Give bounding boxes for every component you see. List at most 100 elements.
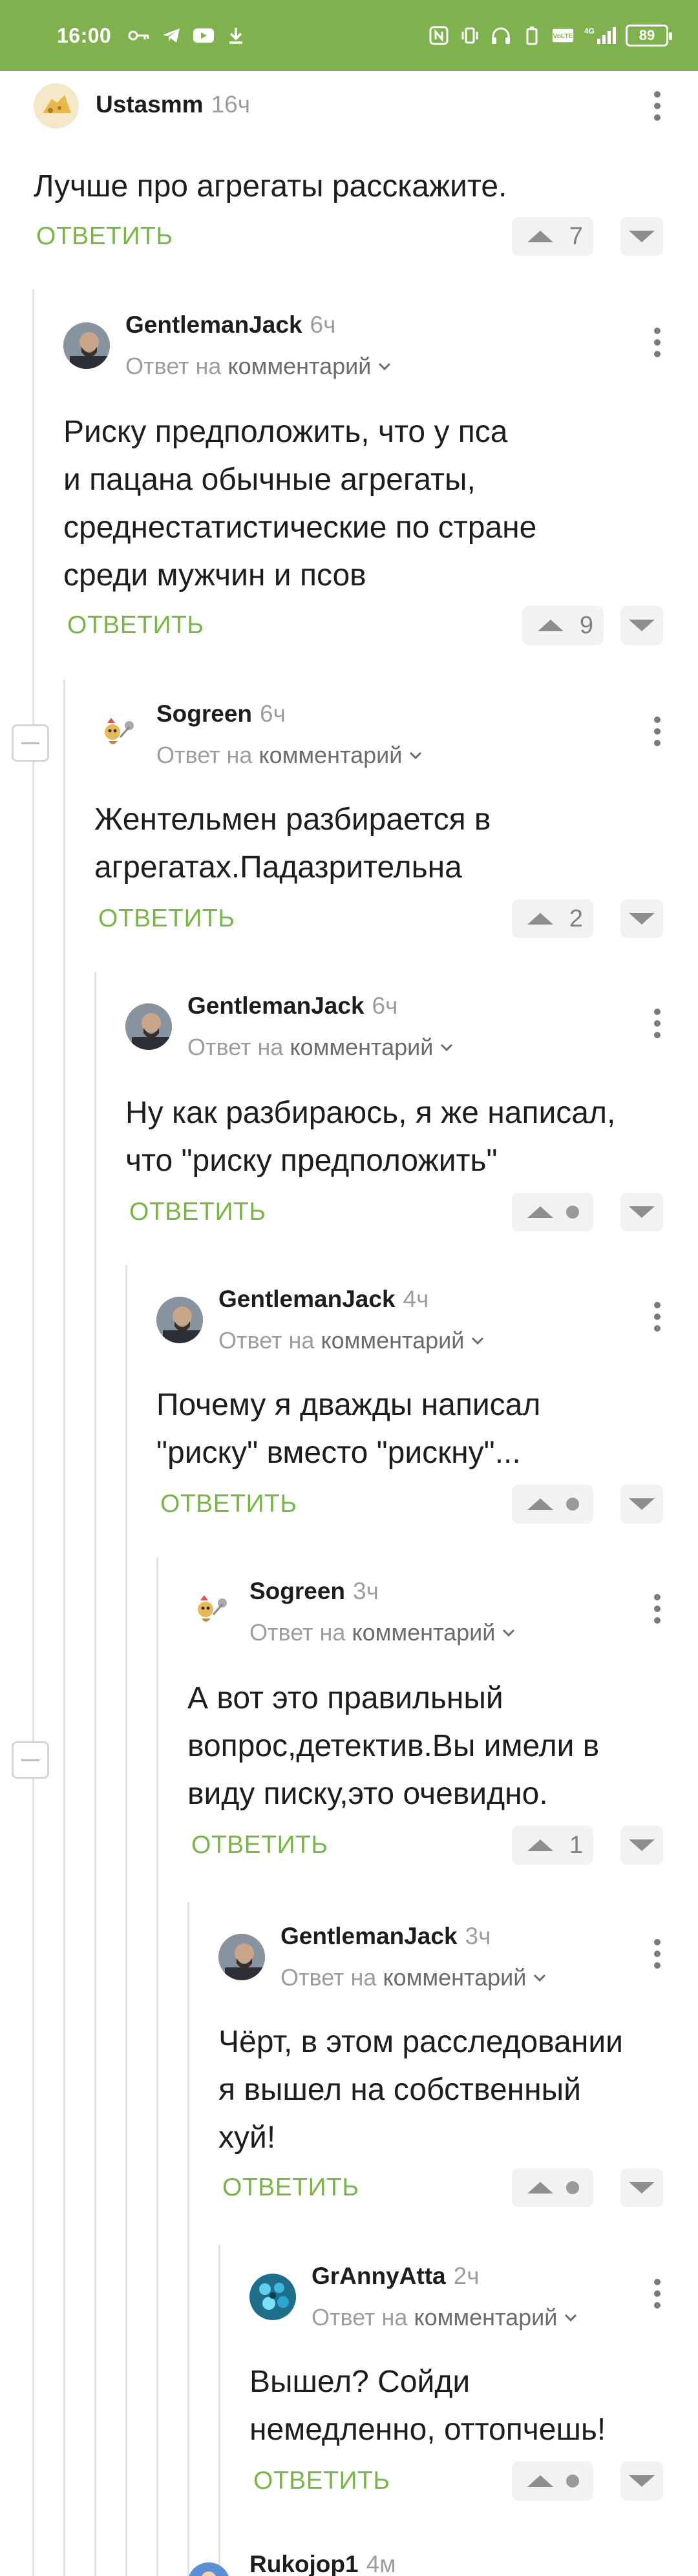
avatar[interactable] xyxy=(156,1297,203,1343)
avatar[interactable] xyxy=(125,1003,172,1050)
reply-to-link[interactable]: Ответ на комментарий xyxy=(125,353,392,380)
headphones-icon xyxy=(490,26,512,45)
reply-to-link[interactable]: Ответ на комментарий xyxy=(280,1964,547,1991)
arrow-down-icon xyxy=(629,2475,655,2487)
upvote-button[interactable]: 7 xyxy=(512,217,593,256)
comment-time: 3ч xyxy=(353,1578,379,1604)
reply-button[interactable]: ОТВЕТИТЬ xyxy=(67,611,204,640)
download-icon xyxy=(225,26,247,45)
upvote-button[interactable]: 9 xyxy=(522,606,604,645)
more-options-icon[interactable] xyxy=(648,1589,667,1628)
reply-button[interactable]: ОТВЕТИТЬ xyxy=(36,222,173,251)
arrow-up-icon xyxy=(527,1839,553,1851)
reply-to-link[interactable]: Ответ на комментарий xyxy=(187,1034,454,1061)
upvote-button[interactable]: 1 xyxy=(512,1826,593,1865)
comment-author[interactable]: GentlemanJack 6ч xyxy=(187,992,397,1020)
minus-icon xyxy=(21,1759,39,1761)
comment-author[interactable]: GrAnnyAtta 2ч xyxy=(312,2263,479,2290)
downvote-button[interactable] xyxy=(620,1826,663,1865)
downvote-button[interactable] xyxy=(620,1485,663,1524)
more-options-icon[interactable] xyxy=(648,1004,667,1043)
collapse-thread-button[interactable] xyxy=(12,1741,49,1779)
chevron-down-icon xyxy=(565,2314,577,2322)
more-options-icon[interactable] xyxy=(648,323,667,362)
comment-author[interactable]: Rukojop1 4м xyxy=(249,2551,396,2576)
collapse-thread-button[interactable] xyxy=(12,724,49,762)
upvote-button[interactable]: 2 xyxy=(512,899,593,938)
comment-text: Жентельмен разбирается в агрегатах.Падаз… xyxy=(94,802,491,885)
avatar[interactable] xyxy=(218,1934,265,1980)
avatar[interactable] xyxy=(249,2274,296,2320)
arrow-down-icon xyxy=(629,913,655,925)
arrow-up-icon xyxy=(527,231,553,242)
avatar[interactable] xyxy=(187,1589,234,1635)
thread-line xyxy=(156,1557,158,2576)
more-options-icon[interactable] xyxy=(648,1934,667,1973)
reply-button[interactable]: ОТВЕТИТЬ xyxy=(98,905,235,933)
status-bar: 16:00 VoLTE 4G 89 xyxy=(0,0,698,71)
signal-icon: 4G xyxy=(583,26,617,45)
reply-button[interactable]: ОТВЕТИТЬ xyxy=(191,1831,328,1859)
thread-line xyxy=(125,1265,127,2576)
upvote-button[interactable] xyxy=(512,1485,593,1524)
comment-text: Риску предположить, что у пса и пацана о… xyxy=(63,415,537,592)
reply-to-link[interactable]: Ответ на комментарий xyxy=(218,1327,485,1354)
downvote-button[interactable] xyxy=(620,217,663,256)
comment-author[interactable]: GentlemanJack 3ч xyxy=(280,1923,491,1950)
reply-button[interactable]: ОТВЕТИТЬ xyxy=(222,2173,359,2202)
downvote-button[interactable] xyxy=(620,899,663,938)
reply-to-link[interactable]: Ответ на комментарий xyxy=(249,1619,516,1646)
comment-time: 6ч xyxy=(310,311,336,338)
comment-author[interactable]: GentlemanJack 4ч xyxy=(218,1286,428,1313)
arrow-down-icon xyxy=(629,620,655,631)
battery-saver-icon xyxy=(521,26,543,45)
upvote-button[interactable] xyxy=(512,1193,593,1231)
comment-author[interactable]: Sogreen 6ч xyxy=(156,700,286,728)
arrow-up-icon xyxy=(527,913,553,925)
arrow-up-icon xyxy=(527,1498,553,1510)
comment-time: 4ч xyxy=(403,1286,429,1312)
reply-to-link[interactable]: Ответ на комментарий xyxy=(156,742,423,769)
more-options-icon[interactable] xyxy=(648,1297,667,1336)
arrow-up-icon xyxy=(527,2182,553,2194)
nfc-icon xyxy=(428,26,450,45)
comment-author[interactable]: Sogreen 3ч xyxy=(249,1578,379,1605)
comment-author[interactable]: GentlemanJack 6ч xyxy=(125,311,335,339)
vibrate-icon xyxy=(459,26,481,45)
comment-text: Лучше про агрегаты расскажите. xyxy=(34,169,507,204)
downvote-button[interactable] xyxy=(620,2462,663,2500)
reply-button[interactable]: ОТВЕТИТЬ xyxy=(129,1198,266,1226)
comment-time: 3ч xyxy=(465,1923,491,1949)
arrow-up-icon xyxy=(538,620,564,631)
avatar[interactable] xyxy=(187,2562,230,2576)
upvote-button[interactable] xyxy=(512,2462,593,2500)
comment-text: Вышел? Сойди немедленно, оттопчешь! xyxy=(249,2365,606,2447)
downvote-button[interactable] xyxy=(620,1193,663,1231)
more-options-icon[interactable] xyxy=(648,712,667,751)
reply-to-link[interactable]: Ответ на комментарий xyxy=(312,2304,578,2331)
upvote-button[interactable] xyxy=(512,2168,593,2207)
downvote-button[interactable] xyxy=(620,2168,663,2207)
downvote-button[interactable] xyxy=(620,606,663,645)
arrow-down-icon xyxy=(629,231,655,242)
chevron-down-icon xyxy=(410,751,422,760)
more-options-icon[interactable] xyxy=(648,87,667,125)
comment-text: Почему я дважды написал "риску" вместо "… xyxy=(156,1388,541,1470)
rating-hidden-dot xyxy=(566,2181,579,2194)
comment-text: Чёрт, в этом расследовании я вышел на со… xyxy=(218,2025,623,2155)
more-options-icon[interactable] xyxy=(648,2274,667,2313)
avatar[interactable] xyxy=(94,711,141,758)
thread-line xyxy=(218,2245,220,2576)
chevron-down-icon xyxy=(441,1043,453,1052)
rating-hidden-dot xyxy=(566,2475,579,2487)
rating-hidden-dot xyxy=(566,1498,579,1511)
avatar[interactable] xyxy=(34,83,79,129)
reply-button[interactable]: ОТВЕТИТЬ xyxy=(253,2467,390,2495)
rating-score: 9 xyxy=(579,611,593,639)
telegram-icon xyxy=(160,26,182,45)
comment-author[interactable]: Ustasmm 16ч xyxy=(96,91,250,118)
comment-time: 4м xyxy=(366,2551,396,2576)
reply-button[interactable]: ОТВЕТИТЬ xyxy=(160,1490,297,1518)
volte-icon: VoLTE xyxy=(552,26,574,45)
avatar[interactable] xyxy=(63,322,110,369)
